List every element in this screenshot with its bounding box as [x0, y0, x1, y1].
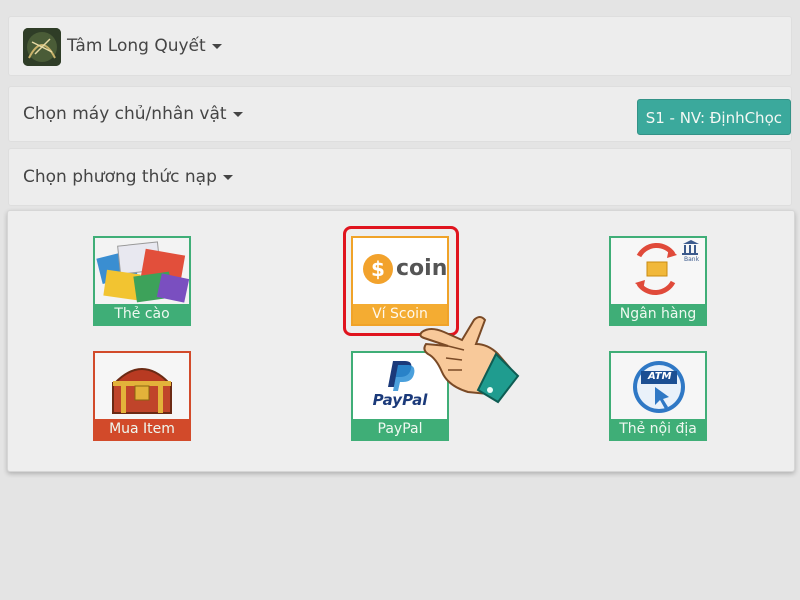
atm-card-icon: ATM [611, 353, 705, 419]
caret-down-icon [211, 43, 222, 49]
game-dropdown[interactable]: Tâm Long Quyết [67, 36, 222, 56]
payment-method-mua-item[interactable]: Mua Item [93, 351, 191, 441]
bank-icon: Bank [611, 238, 705, 304]
payment-method-label: Chọn phương thức nạp [23, 167, 217, 187]
payment-method-the-cao[interactable]: Thẻ cào [93, 236, 191, 326]
payment-method-label: Thẻ nội địa [611, 419, 705, 439]
payment-method-label: Ngân hàng [611, 304, 705, 324]
game-selector-row: Tâm Long Quyết [8, 16, 792, 76]
atm-logo-text: ATM [648, 371, 672, 382]
payment-method-dropdown[interactable]: Chọn phương thức nạp [23, 167, 233, 187]
pointing-hand-icon [418, 310, 528, 406]
payment-method-the-noi-dia[interactable]: ATM Thẻ nội địa [609, 351, 707, 441]
game-name: Tâm Long Quyết [67, 36, 206, 56]
phone-card-icon [95, 238, 189, 304]
payment-method-ngan-hang[interactable]: Bank Ngân hàng [609, 236, 707, 326]
payment-method-row: Chọn phương thức nạp [8, 148, 792, 206]
server-dropdown[interactable]: Chọn máy chủ/nhân vật [23, 104, 243, 124]
server-dropdown-label: Chọn máy chủ/nhân vật [23, 104, 227, 124]
treasure-chest-icon [95, 353, 189, 419]
caret-down-icon [222, 174, 233, 180]
bank-logo-text: Bank [684, 256, 700, 263]
server-selector-row: Chọn máy chủ/nhân vật S1 - NV: ĐịnhChọc [8, 86, 792, 142]
selected-server-button[interactable]: S1 - NV: ĐịnhChọc [636, 99, 791, 135]
payment-method-label: Thẻ cào [95, 304, 189, 324]
caret-down-icon [232, 111, 243, 117]
payment-method-label: PayPal [353, 419, 447, 439]
game-logo [23, 28, 61, 66]
payment-method-label: Mua Item [95, 419, 189, 439]
